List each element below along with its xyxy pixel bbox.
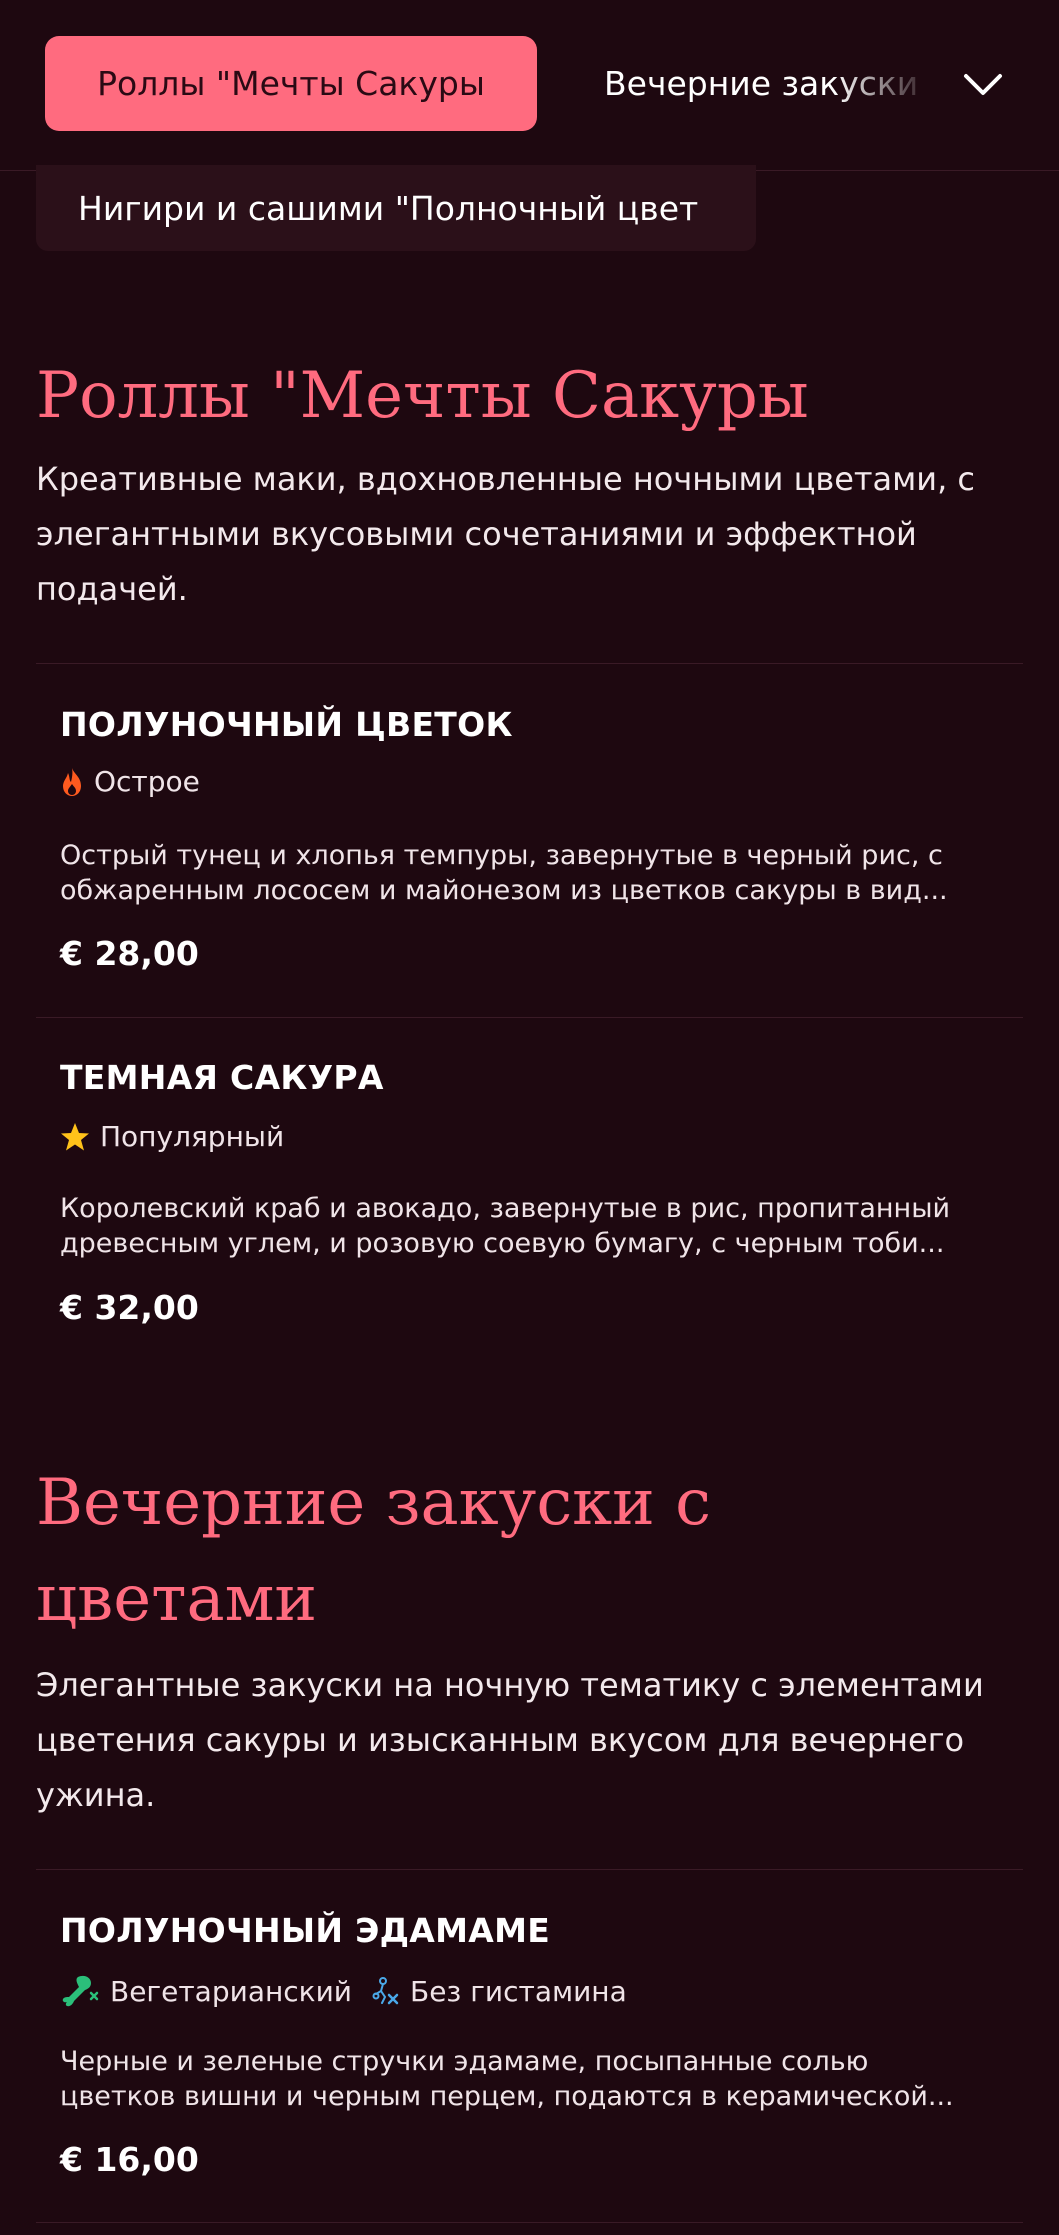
item-description: Королевский краб и авокадо, завернутые в…: [60, 1191, 1000, 1261]
tab-sakura-rolls[interactable]: Роллы "Мечты Сакуры: [45, 36, 537, 131]
tag-vegetarian: Вегетарианский: [60, 1973, 352, 2009]
item-price: € 28,00: [60, 934, 199, 973]
vegetarian-leg-icon: [62, 1975, 99, 2007]
item-description-line: обжаренным лососем и майонезом из цветко…: [60, 875, 948, 906]
item-description-line: цветков вишни и черным перцем, подаются …: [60, 2081, 954, 2112]
item-tags: Острое: [60, 765, 218, 798]
item-description-line: Черные и зеленые стручки эдамаме, посыпа…: [60, 2046, 869, 2077]
item-description: Острый тунец и хлопья темпуры, завернуты…: [60, 838, 1000, 908]
divider: [36, 2222, 1023, 2223]
tag-label: Популярный: [100, 1120, 285, 1153]
section-description: Элегантные закуски на ночную тематику с …: [36, 1666, 984, 1814]
divider: [36, 1869, 1023, 1870]
tab-evening-snacks[interactable]: Вечерние закуски: [604, 36, 934, 131]
item-tags: Популярный: [60, 1120, 302, 1153]
star-icon: [61, 1122, 89, 1150]
section-title: Роллы "Мечты Сакуры: [36, 359, 809, 433]
chevron-down-icon[interactable]: [958, 60, 1008, 110]
item-description-line: Острый тунец и хлопья темпуры, завернуты…: [60, 840, 943, 871]
item-tags: Вегетарианский Без гистамина: [60, 1973, 645, 2009]
section-title: Вечерние закуски с цветами: [36, 1455, 711, 1647]
item-name: ТЕМНАЯ САКУРА: [60, 1058, 384, 1097]
divider: [36, 663, 1023, 664]
section-title-line: Вечерние закуски с: [36, 1466, 711, 1540]
item-price: € 16,00: [60, 2140, 199, 2179]
flame-icon: [63, 767, 81, 796]
item-name: ПОЛУНОЧНЫЙ ЦВЕТОК: [60, 705, 513, 744]
item-description-line: Королевский краб и авокадо, завернутые в…: [60, 1193, 951, 1224]
tag-histamine-free: Без гистамина: [370, 1975, 627, 2008]
item-name: ПОЛУНОЧНЫЙ ЭДАМАМЕ: [60, 1911, 551, 1950]
tag-label: Вегетарианский: [110, 1974, 352, 2008]
item-price: € 32,00: [60, 1288, 199, 1327]
section-description: Креативные маки, вдохновленные ночными ц…: [36, 460, 976, 608]
tag-spicy: Острое: [60, 765, 200, 798]
item-description-line: древесным углем, и розовую соевую бумагу…: [60, 1228, 945, 1259]
category-nav: Роллы "Мечты Сакуры Вечерние закуски: [0, 0, 1059, 171]
tag-label: Острое: [94, 765, 200, 798]
tag-label: Без гистамина: [409, 1974, 627, 2008]
divider: [36, 1017, 1023, 1018]
tag-popular: Популярный: [60, 1120, 284, 1153]
item-description: Черные и зеленые стручки эдамаме, посыпа…: [60, 2044, 1000, 2114]
tab-nigiri-sashimi[interactable]: Нигири и сашими "Полночный цвет: [36, 165, 756, 251]
section-title-line: цветами: [36, 1562, 318, 1636]
histamine-free-icon: [372, 1977, 399, 2005]
